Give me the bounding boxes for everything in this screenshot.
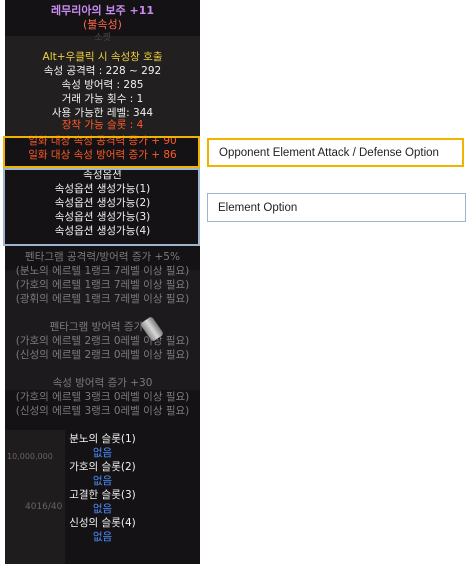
- slot-value: 없음: [92, 531, 113, 543]
- pentagram-option: 속성 방어력 증가 +30: [52, 377, 153, 389]
- pentagram-requirement: (광휘의 에르텔 1랭크 7레벨 이상 필요): [15, 293, 190, 305]
- pentagram-requirement: (신성의 에르텔 2랭크 0레벨 이상 필요): [15, 349, 190, 361]
- stat-line: 속성 공격력 : 228 ~ 292: [43, 65, 162, 77]
- item-element: (불속성): [83, 18, 122, 31]
- background-fragment: 10,000,000: [7, 452, 53, 461]
- pentagram-requirement: (가호의 에르텔 1랭크 7레벨 이상 필요): [15, 279, 190, 291]
- slot-count: 장착 가능 슬롯 : 4: [61, 119, 144, 131]
- pentagram-requirement: (신성의 에르텔 3랭크 0레벨 이상 필요): [15, 405, 190, 417]
- slot-name: 신성의 슬롯(4): [69, 517, 136, 529]
- alt-click-hint: Alt+우클릭 시 속성창 호출: [42, 51, 163, 63]
- slot-name: 고결한 슬롯(3): [69, 489, 136, 501]
- stat-line: 속성 방어력 : 285: [61, 79, 144, 91]
- pentagram-option: 펜타그램 방어력 증가 +: [49, 321, 156, 333]
- pentagram-option: 펜타그램 공격력/방어력 증가 +5%: [25, 251, 180, 263]
- background-fragment: 4016/40: [25, 502, 63, 512]
- item-name: 레무리아의 보주 +11: [50, 4, 155, 17]
- slot-label: 소켓: [94, 33, 111, 43]
- opponent-option-annotation: Opponent Element Attack / Defense Option: [207, 138, 464, 167]
- slot-name: 가호의 슬롯(2): [69, 461, 136, 473]
- pentagram-requirement: (가호의 에르텔 3랭크 0레벨 이상 필요): [15, 391, 190, 403]
- slot-value: 없음: [92, 475, 113, 487]
- slot-name: 분노의 슬롯(1): [69, 433, 136, 445]
- stat-line: 사용 가능한 레벨: 344: [51, 107, 154, 119]
- pentagram-requirement: (분노의 에르텔 1랭크 7레벨 이상 필요): [15, 265, 190, 277]
- element-option-annotation: Element Option: [207, 193, 466, 222]
- element-option-highlight: [3, 168, 200, 246]
- pentagram-requirement: (가호의 에르텔 2랭크 0레벨 이상 필요): [15, 335, 190, 347]
- item-tooltip: 레무리아의 보주 +11 (불속성) 소켓 Alt+우클릭 시 속성창 호출 속…: [5, 0, 200, 564]
- opponent-option-highlight: [3, 136, 200, 168]
- stat-line: 거래 가능 횟수 : 1: [61, 93, 144, 105]
